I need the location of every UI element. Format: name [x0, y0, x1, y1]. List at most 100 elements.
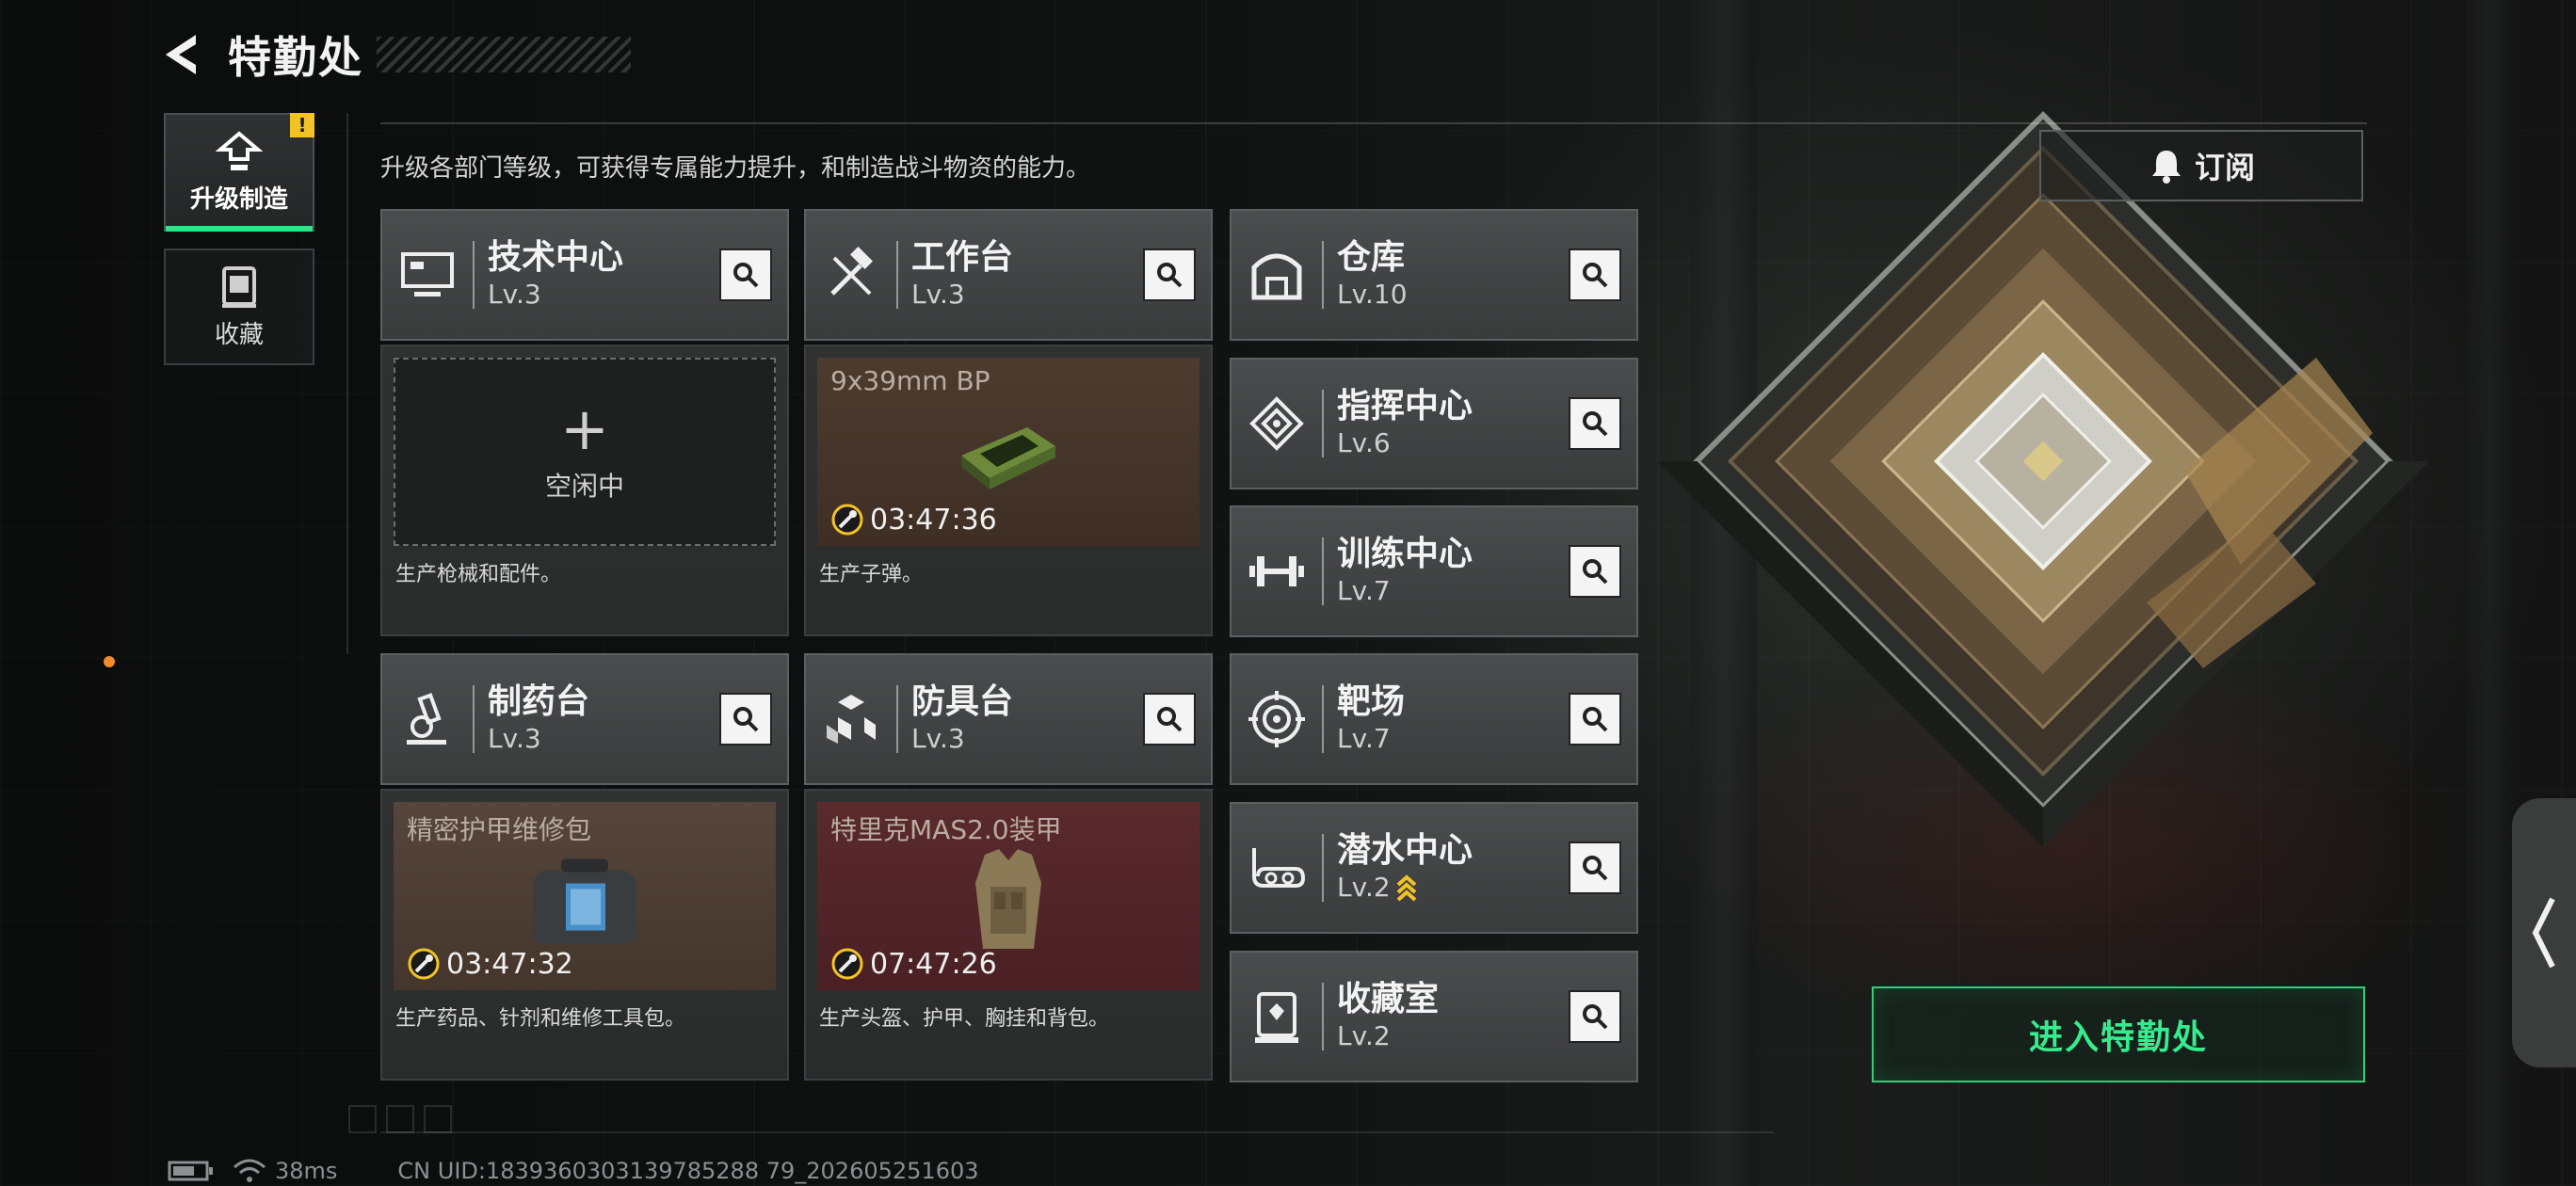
workshop-card-pharmacy[interactable]: 制药台 Lv.3: [380, 653, 789, 785]
production-panel: 9x39mm BP 03:47:36 生产子弹。: [804, 345, 1213, 636]
ping-value: 38ms: [275, 1158, 338, 1184]
idle-label: 空闲中: [544, 471, 624, 502]
facility-card-shooting-range[interactable]: 靶场 Lv.7: [1230, 653, 1638, 785]
search-button[interactable]: [1569, 990, 1621, 1043]
monitor-icon: [394, 241, 461, 309]
timer-value: 03:47:32: [446, 947, 573, 981]
facility-card-warehouse[interactable]: 仓库 Lv.10: [1230, 209, 1638, 341]
facility-name: 训练中心: [1337, 535, 1473, 573]
indicator-dot: [104, 656, 115, 667]
workshop-card-armor-bench[interactable]: 防具台 Lv.3: [804, 653, 1213, 785]
subscribe-button[interactable]: 订阅: [2039, 130, 2363, 201]
warehouse-icon: [1243, 241, 1311, 309]
production-timer: 03:47:32: [407, 947, 573, 981]
facility-level: Lv.3: [911, 279, 965, 310]
timer-icon: [408, 948, 440, 980]
cubes-icon: [817, 685, 885, 753]
facility-name: 技术中心: [488, 238, 624, 277]
timer-icon: [831, 504, 863, 536]
production-slot[interactable]: 9x39mm BP 03:47:36: [817, 358, 1199, 546]
workshop-card-tech-center[interactable]: 技术中心 Lv.3: [380, 209, 789, 341]
facility-level: Lv.3: [488, 723, 541, 754]
nav-tab-upgrade[interactable]: 升级制造 !: [164, 113, 314, 232]
search-button[interactable]: [1143, 693, 1196, 745]
upgrade-available-icon: [1396, 874, 1417, 902]
warning-badge: !: [290, 113, 314, 137]
bell-icon: [2151, 151, 2181, 184]
display-case-icon: [1243, 983, 1311, 1050]
separator: [1322, 685, 1324, 753]
command-icon: [1243, 390, 1311, 457]
ammo-box-image: [961, 427, 1055, 489]
facility-description: 生产枪械和配件。: [395, 563, 562, 586]
user-uid: CN UID:1839360303139785288 79_2026052516…: [397, 1158, 979, 1184]
production-slot[interactable]: 特里克MAS2.0装甲 07:47:26: [817, 802, 1199, 990]
facility-description: 生产子弹。: [819, 563, 924, 586]
separator: [473, 685, 475, 753]
production-panel: + 空闲中 生产枪械和配件。: [380, 345, 789, 636]
enter-special-ops-button[interactable]: 进入特勤处: [1872, 986, 2365, 1082]
facility-card-diving-center[interactable]: 潜水中心 Lv.2: [1230, 802, 1638, 934]
facility-level: Lv.7: [1337, 723, 1391, 754]
search-button[interactable]: [719, 248, 772, 301]
search-button[interactable]: [719, 693, 772, 745]
search-button[interactable]: [1143, 248, 1196, 301]
nav-tab-collection[interactable]: 收藏: [164, 248, 314, 365]
facility-card-command-center[interactable]: 指挥中心 Lv.6: [1230, 358, 1638, 489]
nav-tab-label: 收藏: [214, 320, 264, 349]
search-icon: [733, 263, 759, 288]
facility-card-training-center[interactable]: 训练中心 Lv.7: [1230, 505, 1638, 637]
wifi-icon: [233, 1159, 266, 1182]
production-slot-idle[interactable]: + 空闲中: [394, 358, 776, 546]
search-button[interactable]: [1569, 248, 1621, 301]
facility-level: Lv.2: [1337, 1020, 1391, 1051]
background-pillar: [2467, 0, 2514, 1186]
facility-name: 收藏室: [1337, 980, 1440, 1018]
facility-level: Lv.6: [1337, 427, 1391, 458]
chevron-left-icon: [2532, 897, 2555, 969]
repair-kit-image: [533, 858, 636, 944]
add-icon: +: [560, 394, 609, 463]
search-icon: [1583, 559, 1608, 585]
target-icon: [1243, 685, 1311, 753]
facility-level: Lv.7: [1337, 575, 1391, 606]
side-panel-toggle[interactable]: [2512, 798, 2576, 1067]
bottom-decoration: [348, 1105, 452, 1133]
collection-icon: [222, 265, 256, 308]
search-icon: [1583, 707, 1608, 732]
active-tab-indicator: [166, 226, 313, 232]
upgrade-icon: [216, 130, 263, 170]
facility-level: Lv.3: [911, 723, 965, 754]
search-button[interactable]: [1569, 841, 1621, 894]
separator: [896, 241, 898, 309]
production-panel: 特里克MAS2.0装甲 07:47:26 生产头盔、护甲、胸挂和背包。: [804, 789, 1213, 1081]
separator: [473, 241, 475, 309]
separator: [1322, 983, 1324, 1050]
facility-level: Lv.2: [1337, 872, 1391, 903]
facility-card-collection-room[interactable]: 收藏室 Lv.2: [1230, 951, 1638, 1082]
separator: [1322, 834, 1324, 902]
workshop-card-workbench[interactable]: 工作台 Lv.3: [804, 209, 1213, 341]
facility-name: 防具台: [911, 682, 1014, 721]
search-icon: [1583, 411, 1608, 437]
search-icon: [733, 707, 759, 732]
facility-level: Lv.10: [1337, 279, 1408, 310]
item-name: 精密护甲维修包: [407, 814, 592, 845]
item-name: 特里克MAS2.0装甲: [830, 814, 1062, 845]
search-button[interactable]: [1569, 397, 1621, 450]
search-button[interactable]: [1569, 693, 1621, 745]
facility-level-row: Lv.2: [1337, 871, 1569, 905]
facility-description: 生产药品、针剂和维修工具包。: [395, 1007, 686, 1031]
production-slot[interactable]: 精密护甲维修包 03:47:32: [394, 802, 776, 990]
facility-name: 仓库: [1337, 238, 1406, 277]
search-icon: [1157, 263, 1183, 288]
divider: [380, 1131, 1774, 1133]
search-icon: [1583, 1004, 1608, 1030]
back-arrow-icon[interactable]: [160, 31, 207, 78]
production-timer: 03:47:36: [830, 503, 997, 537]
search-button[interactable]: [1569, 545, 1621, 598]
dumbbell-icon: [1243, 537, 1311, 605]
nav-tab-label: 升级制造: [189, 184, 288, 214]
page-description: 升级各部门等级，可获得专属能力提升，和制造战斗物资的能力。: [380, 154, 1091, 183]
divider: [346, 113, 348, 654]
